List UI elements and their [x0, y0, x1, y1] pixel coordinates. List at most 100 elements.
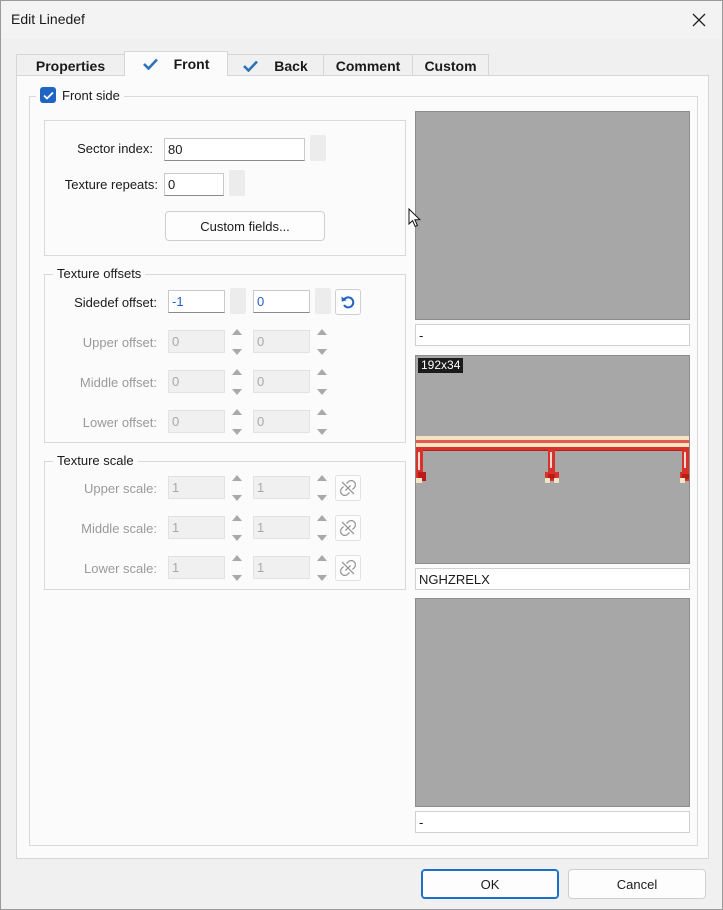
tab-custom[interactable]: Custom — [412, 54, 489, 76]
spin-down-icon — [317, 495, 327, 501]
tab-properties[interactable]: Properties — [16, 54, 125, 76]
spin-up-icon — [317, 475, 327, 481]
spin-down-icon — [317, 575, 327, 581]
tab-custom-label: Custom — [424, 57, 477, 74]
tab-front-check-icon — [142, 58, 158, 70]
tab-front-label: Front — [173, 56, 210, 72]
lower-scale-y-spinner[interactable] — [315, 555, 329, 581]
sidedef-offset-y-field[interactable]: 0 — [253, 290, 310, 313]
spin-down-icon — [317, 429, 327, 435]
unlink-icon — [340, 560, 356, 576]
middle-scale-x-field[interactable]: 1 — [168, 516, 225, 539]
spin-down-icon — [317, 389, 327, 395]
spin-up-icon — [317, 409, 327, 415]
spin-down-icon — [232, 495, 242, 501]
upper-scale-link-button[interactable] — [335, 475, 361, 501]
lower-scale-y-field[interactable]: 1 — [253, 556, 310, 579]
middle-offset-label: Middle offset: — [79, 375, 157, 390]
middle-offset-x-spinner[interactable] — [230, 369, 244, 395]
lower-texture-name-field[interactable]: - — [415, 811, 690, 833]
mouse-cursor-icon — [408, 208, 421, 228]
tab-front[interactable]: Front — [124, 51, 228, 76]
tab-properties-label: Properties — [35, 57, 106, 74]
spin-up-icon — [232, 409, 242, 415]
upper-offset-y-field[interactable]: 0 — [253, 330, 310, 353]
spin-up-icon — [317, 369, 327, 375]
spin-up-icon — [232, 369, 242, 375]
middle-offset-y-spinner[interactable] — [315, 369, 329, 395]
window-title: Edit Linedef — [11, 11, 85, 27]
upper-scale-x-field[interactable]: 1 — [168, 476, 225, 499]
spin-up-icon — [232, 515, 242, 521]
spin-up-icon — [317, 515, 327, 521]
middle-texture-name-field[interactable]: NGHZRELX — [415, 568, 690, 590]
middle-scale-x-spinner[interactable] — [230, 515, 244, 541]
sector-index-label: Sector index: — [77, 141, 153, 156]
front-side-checkbox[interactable] — [40, 87, 56, 103]
middle-scale-y-field[interactable]: 1 — [253, 516, 310, 539]
upper-offset-x-field[interactable]: 0 — [168, 330, 225, 353]
texture-image — [416, 436, 689, 483]
reset-offset-button[interactable] — [335, 289, 361, 315]
lower-offset-x-field[interactable]: 0 — [168, 410, 225, 433]
texture-scale-title: Texture scale — [53, 453, 138, 468]
spin-up-icon — [317, 555, 327, 561]
spin-down-icon — [317, 349, 327, 355]
ok-button[interactable]: OK — [421, 869, 559, 899]
upper-offset-y-spinner[interactable] — [315, 329, 329, 355]
spin-down-icon — [232, 349, 242, 355]
upper-texture-name-field[interactable]: - — [415, 324, 690, 346]
lower-scale-link-button[interactable] — [335, 555, 361, 581]
upper-scale-x-spinner[interactable] — [230, 475, 244, 501]
lower-offset-y-field[interactable]: 0 — [253, 410, 310, 433]
front-side-legend: Front side — [36, 87, 124, 103]
sector-index-side-button[interactable] — [310, 135, 326, 161]
sidedef-offset-x-field[interactable]: -1 — [168, 290, 225, 313]
lower-texture-preview[interactable] — [415, 598, 690, 807]
sidedef-offset-label: Sidedef offset: — [74, 295, 157, 310]
cancel-button[interactable]: Cancel — [568, 869, 706, 899]
sidedef-offset-x-side-button[interactable] — [230, 288, 246, 314]
middle-offset-x-field[interactable]: 0 — [168, 370, 225, 393]
tab-back-check-icon — [243, 60, 259, 72]
upper-offset-x-spinner[interactable] — [230, 329, 244, 355]
lower-offset-y-spinner[interactable] — [315, 409, 329, 435]
custom-fields-button[interactable]: Custom fields... — [165, 211, 325, 241]
tab-back[interactable]: Back — [227, 54, 324, 76]
middle-offset-y-field[interactable]: 0 — [253, 370, 310, 393]
lower-offset-x-spinner[interactable] — [230, 409, 244, 435]
upper-scale-y-field[interactable]: 1 — [253, 476, 310, 499]
texture-repeats-side-button[interactable] — [229, 170, 245, 196]
middle-scale-link-button[interactable] — [335, 515, 361, 541]
middle-scale-y-spinner[interactable] — [315, 515, 329, 541]
spin-down-icon — [317, 535, 327, 541]
lower-scale-label: Lower scale: — [84, 561, 157, 576]
texture-offsets-title: Texture offsets — [53, 266, 146, 281]
front-side-label: Front side — [62, 87, 120, 103]
upper-texture-preview[interactable] — [415, 111, 690, 320]
upper-scale-label: Upper scale: — [84, 481, 157, 496]
spin-up-icon — [317, 329, 327, 335]
upper-scale-y-spinner[interactable] — [315, 475, 329, 501]
undo-icon — [341, 296, 355, 309]
sidedef-offset-y-side-button[interactable] — [315, 288, 331, 314]
texture-repeats-field[interactable]: 0 — [164, 173, 224, 196]
unlink-icon — [340, 520, 356, 536]
edit-linedef-dialog: Edit Linedef Properties Front Back Comme… — [0, 0, 723, 910]
title-bar: Edit Linedef — [1, 1, 722, 39]
spin-up-icon — [232, 475, 242, 481]
front-tab-panel: Front side Sector index: 80 Texture repe… — [16, 75, 709, 859]
spin-up-icon — [232, 329, 242, 335]
lower-offset-label: Lower offset: — [82, 415, 157, 430]
tab-comment[interactable]: Comment — [323, 54, 413, 76]
close-icon — [692, 13, 706, 27]
close-button[interactable] — [676, 1, 722, 39]
spin-down-icon — [232, 429, 242, 435]
unlink-icon — [340, 480, 356, 496]
lower-scale-x-spinner[interactable] — [230, 555, 244, 581]
middle-texture-preview[interactable]: 192x34 — [415, 355, 690, 564]
lower-scale-x-field[interactable]: 1 — [168, 556, 225, 579]
middle-scale-label: Middle scale: — [81, 521, 157, 536]
sector-index-field[interactable]: 80 — [164, 138, 305, 161]
spin-down-icon — [232, 389, 242, 395]
